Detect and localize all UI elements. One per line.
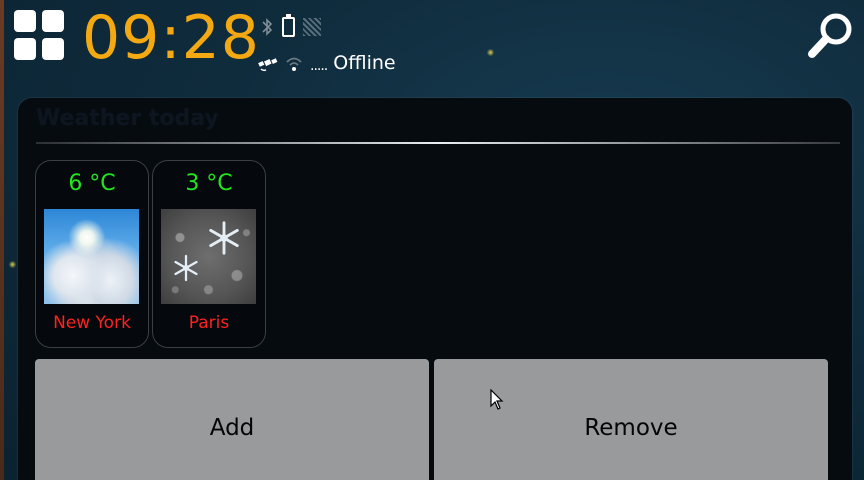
gps-icon xyxy=(258,58,278,72)
city-card-new-york[interactable]: 6 °C New York xyxy=(35,160,149,348)
city-card-paris[interactable]: 3 °C Paris xyxy=(152,160,266,348)
snowflake-icon xyxy=(174,254,198,282)
clock: 09:28 xyxy=(82,3,260,73)
status-icons xyxy=(260,14,321,39)
offline-label: Offline xyxy=(333,52,396,74)
signal-icon xyxy=(303,18,321,36)
weather-panel: Weather today 6 °C New York 3 °C Paris A… xyxy=(18,98,852,480)
remove-button[interactable]: Remove xyxy=(434,359,828,480)
add-button[interactable]: Add xyxy=(35,359,429,480)
battery-icon xyxy=(282,14,295,37)
network-status: ..... Offline xyxy=(258,50,396,76)
mouse-cursor-icon xyxy=(490,389,504,410)
menu-grid-icon[interactable] xyxy=(14,10,64,60)
wifi-icon xyxy=(286,57,302,71)
city-name-label: Paris xyxy=(188,313,230,333)
temperature-label: 3 °C xyxy=(185,171,233,196)
bluetooth-icon xyxy=(262,18,273,36)
network-signal-dots: ..... xyxy=(310,58,328,74)
panel-title: Weather today xyxy=(36,106,219,131)
snow-icon xyxy=(161,209,256,304)
background-sparkle xyxy=(9,261,16,268)
home-screen: 09:28 ..... Offline Weather today 6 °C N… xyxy=(0,0,864,480)
snowflake-icon xyxy=(209,221,239,255)
search-icon[interactable] xyxy=(806,10,856,60)
city-name-label: New York xyxy=(53,313,131,333)
window-edge xyxy=(0,0,4,480)
background-sparkle xyxy=(487,49,494,56)
partly-cloudy-icon xyxy=(44,209,139,304)
title-divider xyxy=(36,142,840,144)
temperature-label: 6 °C xyxy=(68,171,116,196)
